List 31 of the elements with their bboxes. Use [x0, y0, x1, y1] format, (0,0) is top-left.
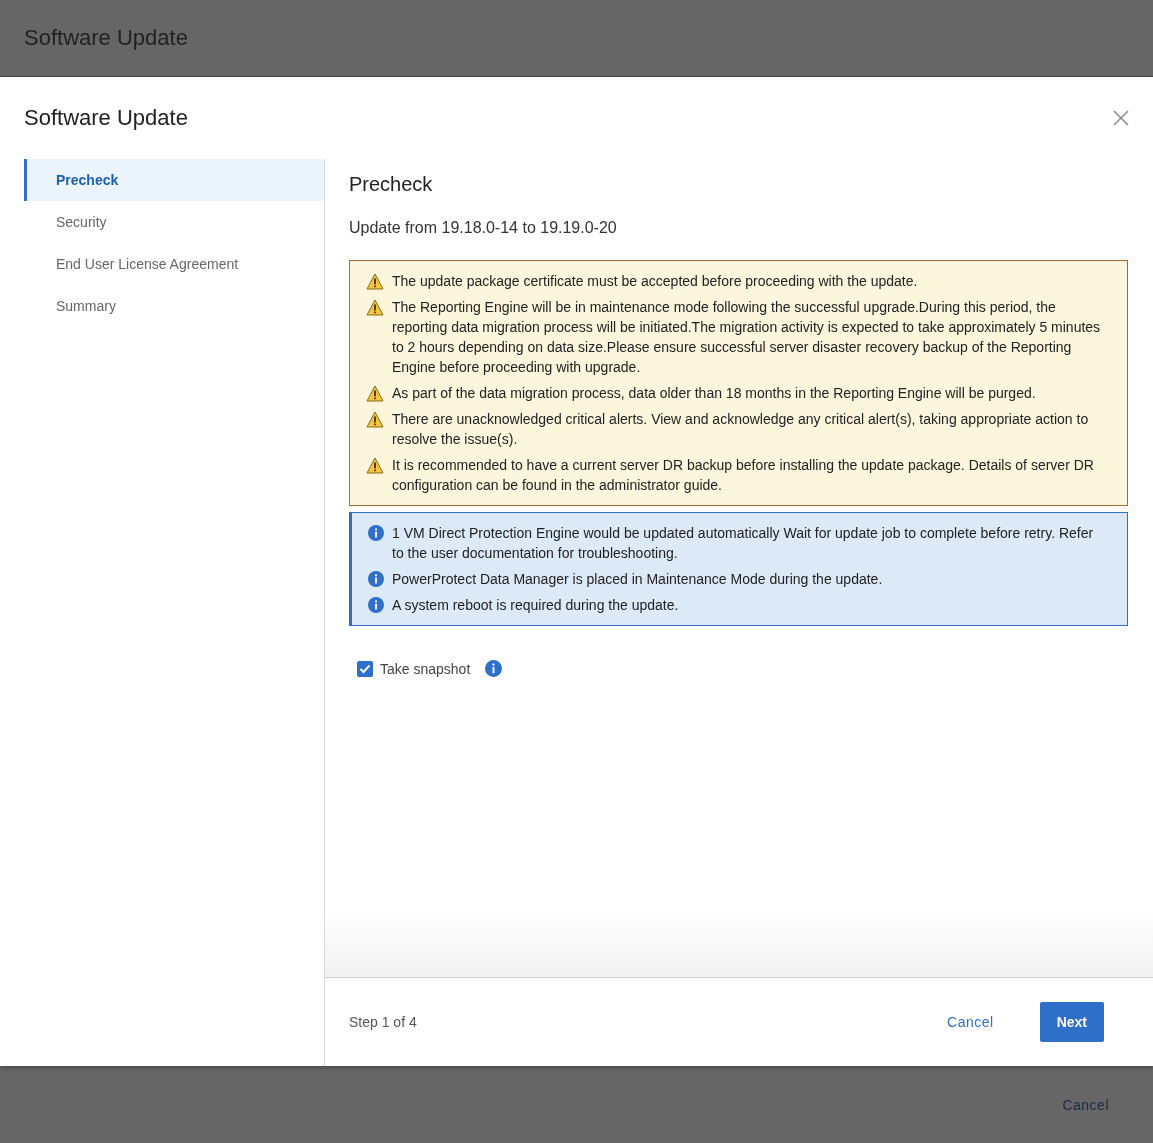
wizard-step[interactable]: Precheck [24, 159, 324, 201]
checkbox-label: Take snapshot [380, 660, 471, 677]
snapshot-checkbox[interactable] [357, 660, 373, 677]
close-icon[interactable] [1111, 108, 1131, 128]
notice-message: The Reporting Engine will be in maintenance mode following the successful upgrade.During this period, the reporting data migration process will be initiated.The migration activity is expected to take approximately 5 minutes to 2 hours depending on data size.Please ensure successful server disaster recovery backup of the Reporting Engine before proceeding with upgrade. [392, 298, 1102, 377]
info-icon [368, 571, 384, 587]
notice-message: 1 VM Direct Protection Engine would be updated automatically Wait for update job to complete before retry. Refer to the user documentation for troubleshooting. [392, 524, 1095, 563]
warning-icon [366, 385, 384, 402]
wizard-step[interactable]: Security [24, 201, 324, 243]
warning-icon [366, 299, 384, 316]
notice-message: It is recommended to have a current server DR backup before installing the update package. Details of server DR configuration can be found in the administrator guide. [392, 456, 1095, 495]
notice-message: As part of the data migration process, data older than 18 months in the Reporting Engine will be purged. [392, 384, 1036, 403]
dialog-title: Software Update [24, 105, 188, 131]
cancel-button[interactable]: Cancel [939, 1006, 1002, 1038]
update-version-text: Update from 19.18.0-14 to 19.19.0-20 [349, 219, 618, 237]
step-counter: Step 1 of 4 [349, 1014, 418, 1030]
info-icon[interactable] [485, 660, 503, 677]
section-heading: Precheck [349, 172, 434, 197]
wizard-step[interactable]: End User License Agreement [24, 243, 324, 285]
info-icon [368, 525, 384, 541]
warning-icon [366, 411, 384, 428]
notice-message: PowerProtect Data Manager is placed in Maintenance Mode during the update. [392, 570, 883, 589]
notice-message: The update package certificate must be accepted before proceeding with the update. [392, 272, 918, 291]
warning-icon [366, 273, 384, 290]
wizard-step[interactable]: Summary [24, 285, 324, 327]
next-button[interactable]: Next [1039, 1002, 1104, 1042]
notice-message: There are unacknowledged critical alerts. View and acknowledge any critical alert(s), taking appropriate action to resolve the issue(s). [392, 410, 1090, 449]
page-title: Software Update [24, 25, 188, 51]
notice-message: A system reboot is required during the update. [392, 596, 679, 615]
warning-icon [366, 457, 384, 474]
info-icon [368, 597, 384, 613]
